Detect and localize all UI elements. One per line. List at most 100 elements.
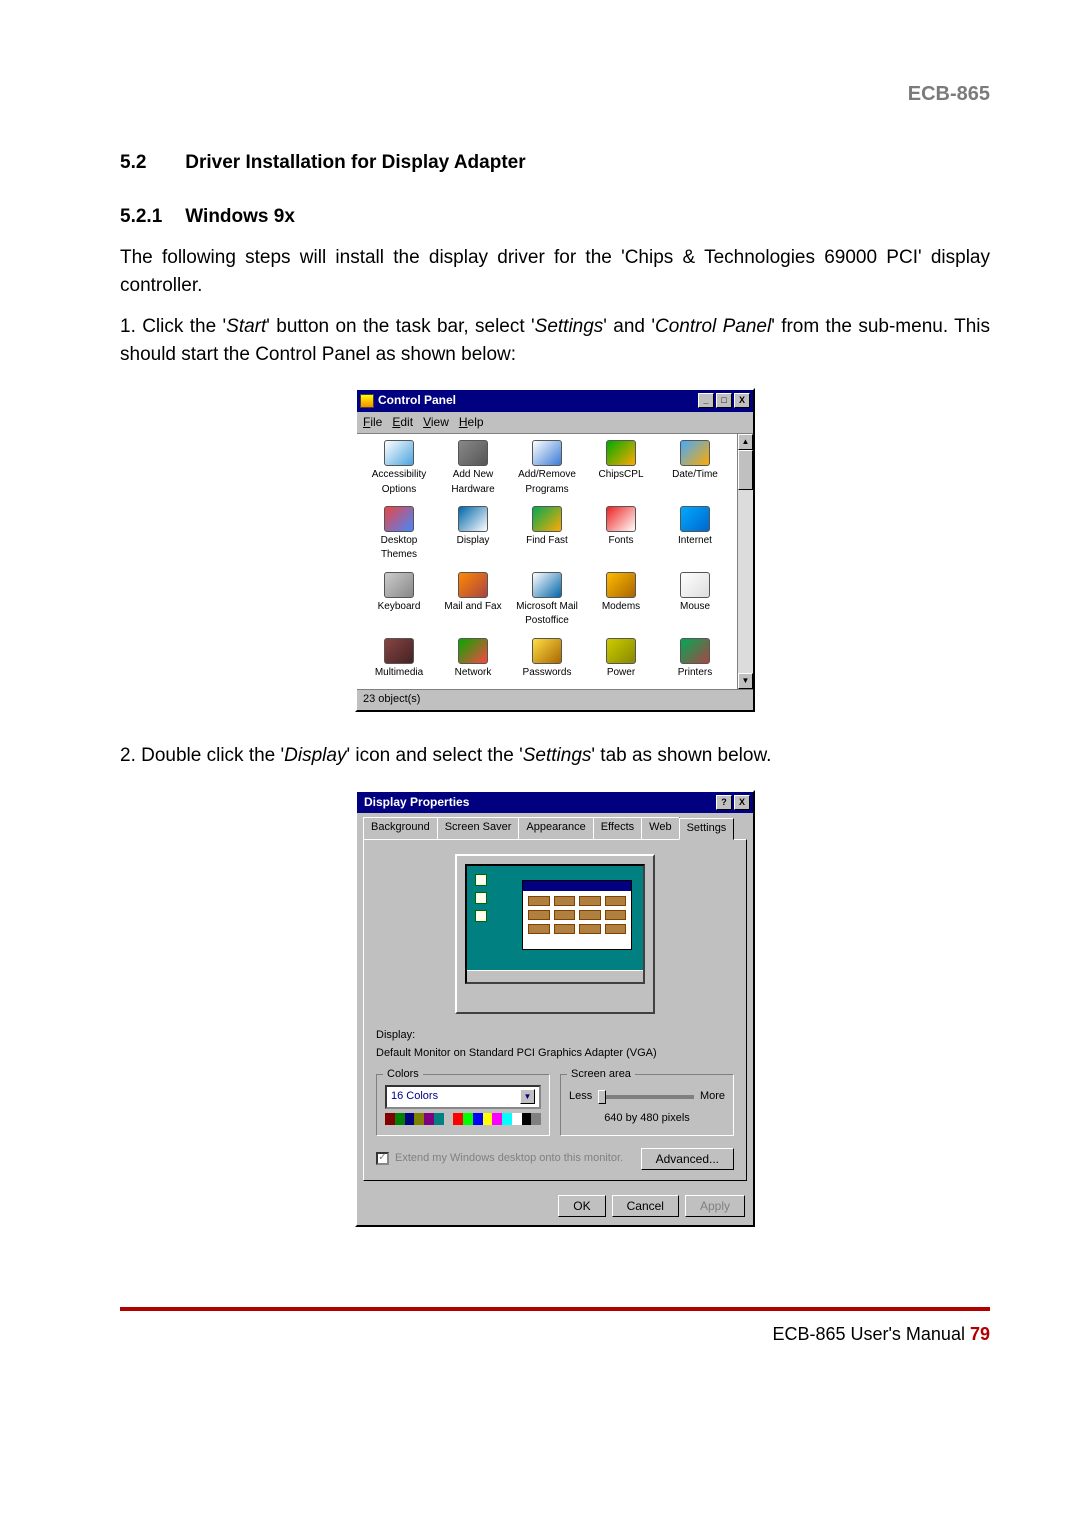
cp-icon-internet[interactable]: Internet xyxy=(659,506,731,566)
close-button[interactable]: X xyxy=(734,795,750,810)
app-icon xyxy=(606,572,636,598)
intro-paragraph: The following steps will install the dis… xyxy=(120,244,990,299)
slider-handle[interactable] xyxy=(598,1090,606,1104)
ok-button[interactable]: OK xyxy=(558,1195,605,1217)
scroll-up[interactable]: ▲ xyxy=(738,434,753,450)
display-value: Default Monitor on Standard PCI Graphics… xyxy=(376,1046,734,1062)
app-icon xyxy=(458,440,488,466)
step2-text3: ' tab as shown below. xyxy=(591,745,771,766)
colors-legend: Colors xyxy=(383,1067,423,1083)
cp-icon-date-time[interactable]: Date/Time xyxy=(659,440,731,500)
resolution-slider[interactable] xyxy=(598,1095,694,1099)
icon-label: Multimedia xyxy=(375,666,423,681)
cp-icon-find-fast[interactable]: Find Fast xyxy=(511,506,583,566)
app-icon xyxy=(680,506,710,532)
icon-label: Mouse xyxy=(680,600,710,615)
icon-label: Passwords xyxy=(523,666,572,681)
resolution-value: 640 by 480 pixels xyxy=(569,1111,725,1127)
cp-icon-keyboard[interactable]: Keyboard xyxy=(363,572,435,632)
app-icon xyxy=(680,440,710,466)
scroll-track[interactable] xyxy=(738,490,753,673)
cp-icon-add-new-hardware[interactable]: Add New Hardware xyxy=(437,440,509,500)
cp-icon-mouse[interactable]: Mouse xyxy=(659,572,731,632)
cp-icon-printers[interactable]: Printers xyxy=(659,638,731,683)
tab-background[interactable]: Background xyxy=(363,817,438,839)
display-properties-dialog: Display Properties ? X BackgroundScreen … xyxy=(355,790,755,1227)
menu-file[interactable]: File xyxy=(363,414,382,431)
scrollbar[interactable]: ▲ ▼ xyxy=(737,434,753,689)
cp-icon-accessibility-options[interactable]: Accessibility Options xyxy=(363,440,435,500)
cp-icon-chipscpl[interactable]: ChipsCPL xyxy=(585,440,657,500)
page-footer: ECB-865 User's Manual 79 xyxy=(120,1307,990,1347)
cp-icon-multimedia[interactable]: Multimedia xyxy=(363,638,435,683)
icon-label: Desktop Themes xyxy=(363,534,435,563)
scroll-thumb[interactable] xyxy=(738,450,753,490)
icon-label: Modems xyxy=(602,600,640,615)
icon-label: Display xyxy=(457,534,490,549)
dlg-titlebar[interactable]: Display Properties ? X xyxy=(357,792,753,813)
header-model: ECB-865 xyxy=(120,80,990,109)
screen-area-group: Screen area Less More 640 by 480 pixels xyxy=(560,1074,734,1136)
cp-icon-add-remove-programs[interactable]: Add/Remove Programs xyxy=(511,440,583,500)
screen-area-legend: Screen area xyxy=(567,1067,635,1083)
cp-icon-mail-and-fax[interactable]: Mail and Fax xyxy=(437,572,509,632)
menu-view[interactable]: View xyxy=(423,414,449,431)
titlebar[interactable]: Control Panel _ □ X xyxy=(357,390,753,411)
icon-label: Accessibility Options xyxy=(363,468,435,497)
tab-screen-saver[interactable]: Screen Saver xyxy=(437,817,520,839)
cp-icon-display[interactable]: Display xyxy=(437,506,509,566)
menu-edit[interactable]: Edit xyxy=(392,414,413,431)
cp-icon-passwords[interactable]: Passwords xyxy=(511,638,583,683)
scroll-down[interactable]: ▼ xyxy=(738,673,753,689)
app-icon xyxy=(458,638,488,664)
cp-icon-modems[interactable]: Modems xyxy=(585,572,657,632)
minimize-button[interactable]: _ xyxy=(698,393,714,408)
color-bar xyxy=(385,1113,541,1125)
colors-value: 16 Colors xyxy=(391,1089,438,1105)
cancel-button[interactable]: Cancel xyxy=(612,1195,679,1217)
advanced-button[interactable]: Advanced... xyxy=(641,1148,734,1170)
step2-text: 2. Double click the ' xyxy=(120,745,284,766)
cp-icon-desktop-themes[interactable]: Desktop Themes xyxy=(363,506,435,566)
desktop-icon xyxy=(475,892,487,904)
subsection-number: 5.2.1 xyxy=(120,203,180,231)
desktop-icon xyxy=(475,910,487,922)
step1-controlpanel: Control Panel xyxy=(655,316,771,337)
app-icon xyxy=(458,506,488,532)
maximize-button[interactable]: □ xyxy=(716,393,732,408)
cp-icon-microsoft-mail-postoffice[interactable]: Microsoft Mail Postoffice xyxy=(511,572,583,632)
tab-effects[interactable]: Effects xyxy=(593,817,642,839)
cp-icon-network[interactable]: Network xyxy=(437,638,509,683)
step1-text: 1. Click the ' xyxy=(120,316,226,337)
dlg-title: Display Properties xyxy=(360,794,716,811)
subsection-title: Windows 9x xyxy=(185,206,295,227)
colors-combo[interactable]: 16 Colors ▼ xyxy=(385,1085,541,1109)
tab-web[interactable]: Web xyxy=(641,817,679,839)
app-icon xyxy=(606,638,636,664)
extend-checkbox[interactable]: ✓ xyxy=(376,1152,389,1165)
app-icon xyxy=(606,506,636,532)
icon-label: Internet xyxy=(678,534,712,549)
close-button[interactable]: X xyxy=(734,393,750,408)
display-label: Display: xyxy=(376,1028,734,1044)
tab-appearance[interactable]: Appearance xyxy=(518,817,593,839)
step1-text2: ' button on the task bar, select ' xyxy=(266,316,534,337)
app-icon xyxy=(384,440,414,466)
cp-icon-fonts[interactable]: Fonts xyxy=(585,506,657,566)
system-icon[interactable] xyxy=(360,394,374,408)
icon-label: Mail and Fax xyxy=(444,600,501,615)
chevron-down-icon[interactable]: ▼ xyxy=(520,1089,535,1104)
cp-icon-power[interactable]: Power xyxy=(585,638,657,683)
icon-label: Add/Remove Programs xyxy=(511,468,583,497)
app-icon xyxy=(384,506,414,532)
apply-button[interactable]: Apply xyxy=(685,1195,745,1217)
tab-settings[interactable]: Settings xyxy=(679,818,735,840)
icon-label: Add New Hardware xyxy=(437,468,509,497)
app-icon xyxy=(532,440,562,466)
help-button[interactable]: ? xyxy=(716,795,732,810)
app-icon xyxy=(606,440,636,466)
section-title: Driver Installation for Display Adapter xyxy=(185,152,525,173)
more-label: More xyxy=(700,1089,725,1105)
menu-help[interactable]: Help xyxy=(459,414,484,431)
step1-settings: Settings xyxy=(535,316,604,337)
